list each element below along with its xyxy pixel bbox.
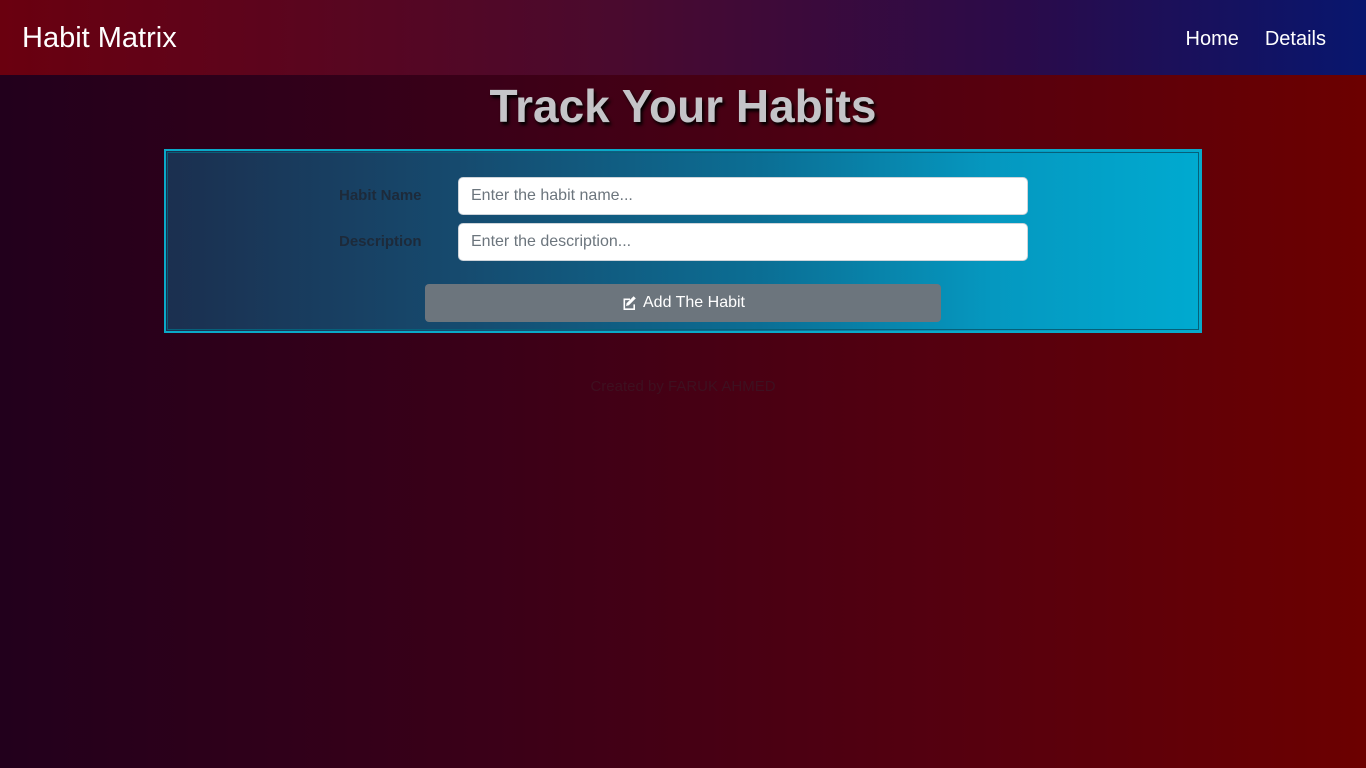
- add-habit-button-label: Add The Habit: [643, 294, 745, 311]
- navbar: Habit Matrix Home Details: [0, 0, 1366, 75]
- nav-link-details[interactable]: Details: [1265, 24, 1326, 54]
- description-label: Description: [339, 233, 422, 250]
- footer-credit: Created by FARUK AHMED: [590, 378, 776, 395]
- brand-logo-text[interactable]: Habit Matrix: [22, 18, 177, 58]
- nav-links: Home Details: [1186, 24, 1327, 54]
- habit-name-input[interactable]: [458, 177, 1028, 215]
- description-input[interactable]: [458, 223, 1028, 261]
- nav-link-home[interactable]: Home: [1186, 24, 1239, 54]
- edit-icon: [623, 296, 636, 310]
- page-title: Track Your Habits: [489, 80, 877, 132]
- habit-name-label: Habit Name: [339, 187, 422, 204]
- add-habit-button[interactable]: Add The Habit: [425, 284, 941, 322]
- habit-form: Habit Name Description Add The Habit: [164, 149, 1202, 333]
